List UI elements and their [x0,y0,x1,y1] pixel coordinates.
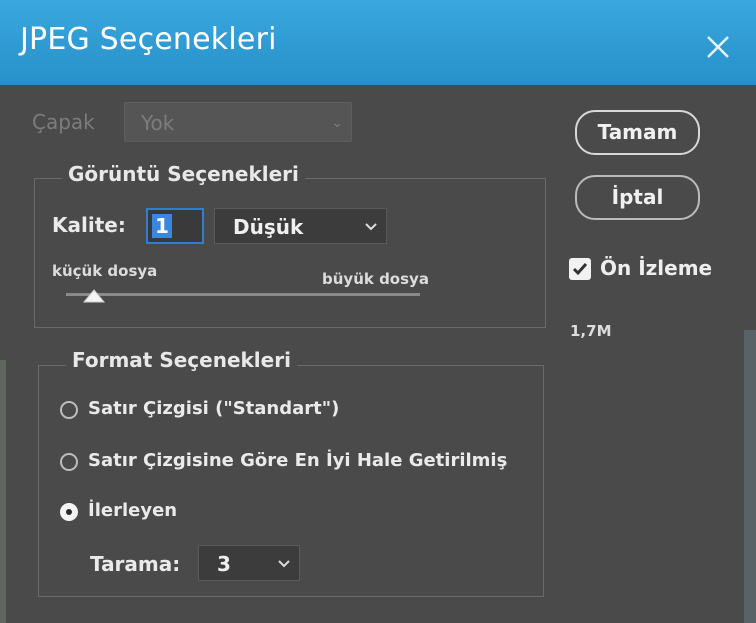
quality-slider-track[interactable] [66,293,420,296]
scans-select[interactable]: 3 [198,545,300,581]
title-bar: JPEG Seçenekleri [0,0,756,85]
preview-checkbox[interactable] [569,258,591,280]
file-size-readout: 1,7M [570,322,612,340]
chevron-down-icon [364,219,378,238]
jpeg-options-dialog: JPEG Seçenekleri Çapak Yok ⌄ Tamam İptal… [0,0,756,623]
format-option-label: İlerleyen [88,500,178,521]
scans-value: 3 [217,552,231,576]
format-option-label: Satır Çizgisi ("Standart") [88,398,340,419]
quality-value: 1 [152,214,172,238]
radio-button-selected[interactable] [60,503,78,521]
quality-preset-select[interactable]: Düşük [214,208,387,244]
chevron-down-icon: ⌄ [331,115,343,131]
quality-label: Kalite: [52,213,126,237]
image-options-title: Görüntü Seçenekleri [62,162,305,186]
background-edge [0,360,6,623]
quality-input[interactable]: 1 [146,208,204,244]
dialog-title: JPEG Seçenekleri [20,22,277,57]
image-options-group [34,178,546,328]
slider-min-label: küçük dosya [52,262,158,280]
close-icon[interactable] [704,33,732,61]
format-options-title: Format Seçenekleri [66,348,297,372]
radio-button[interactable] [60,401,78,419]
ok-button[interactable]: Tamam [575,110,700,155]
background-edge [744,330,756,623]
format-option-label: Satır Çizgisine Göre En İyi Hale Getiril… [88,450,508,471]
preview-label: Ön İzleme [600,256,713,280]
scans-label: Tarama: [90,552,181,576]
matte-value: Yok [141,111,175,135]
cancel-button[interactable]: İptal [575,175,700,220]
quality-preset-value: Düşük [233,215,304,239]
checkmark-icon [572,263,588,276]
matte-select: Yok ⌄ [124,102,352,142]
radio-button[interactable] [60,453,78,471]
slider-max-label: büyük dosya [322,270,429,288]
matte-label: Çapak [32,110,95,134]
chevron-down-icon [277,556,291,575]
quality-slider-thumb[interactable] [82,288,106,307]
